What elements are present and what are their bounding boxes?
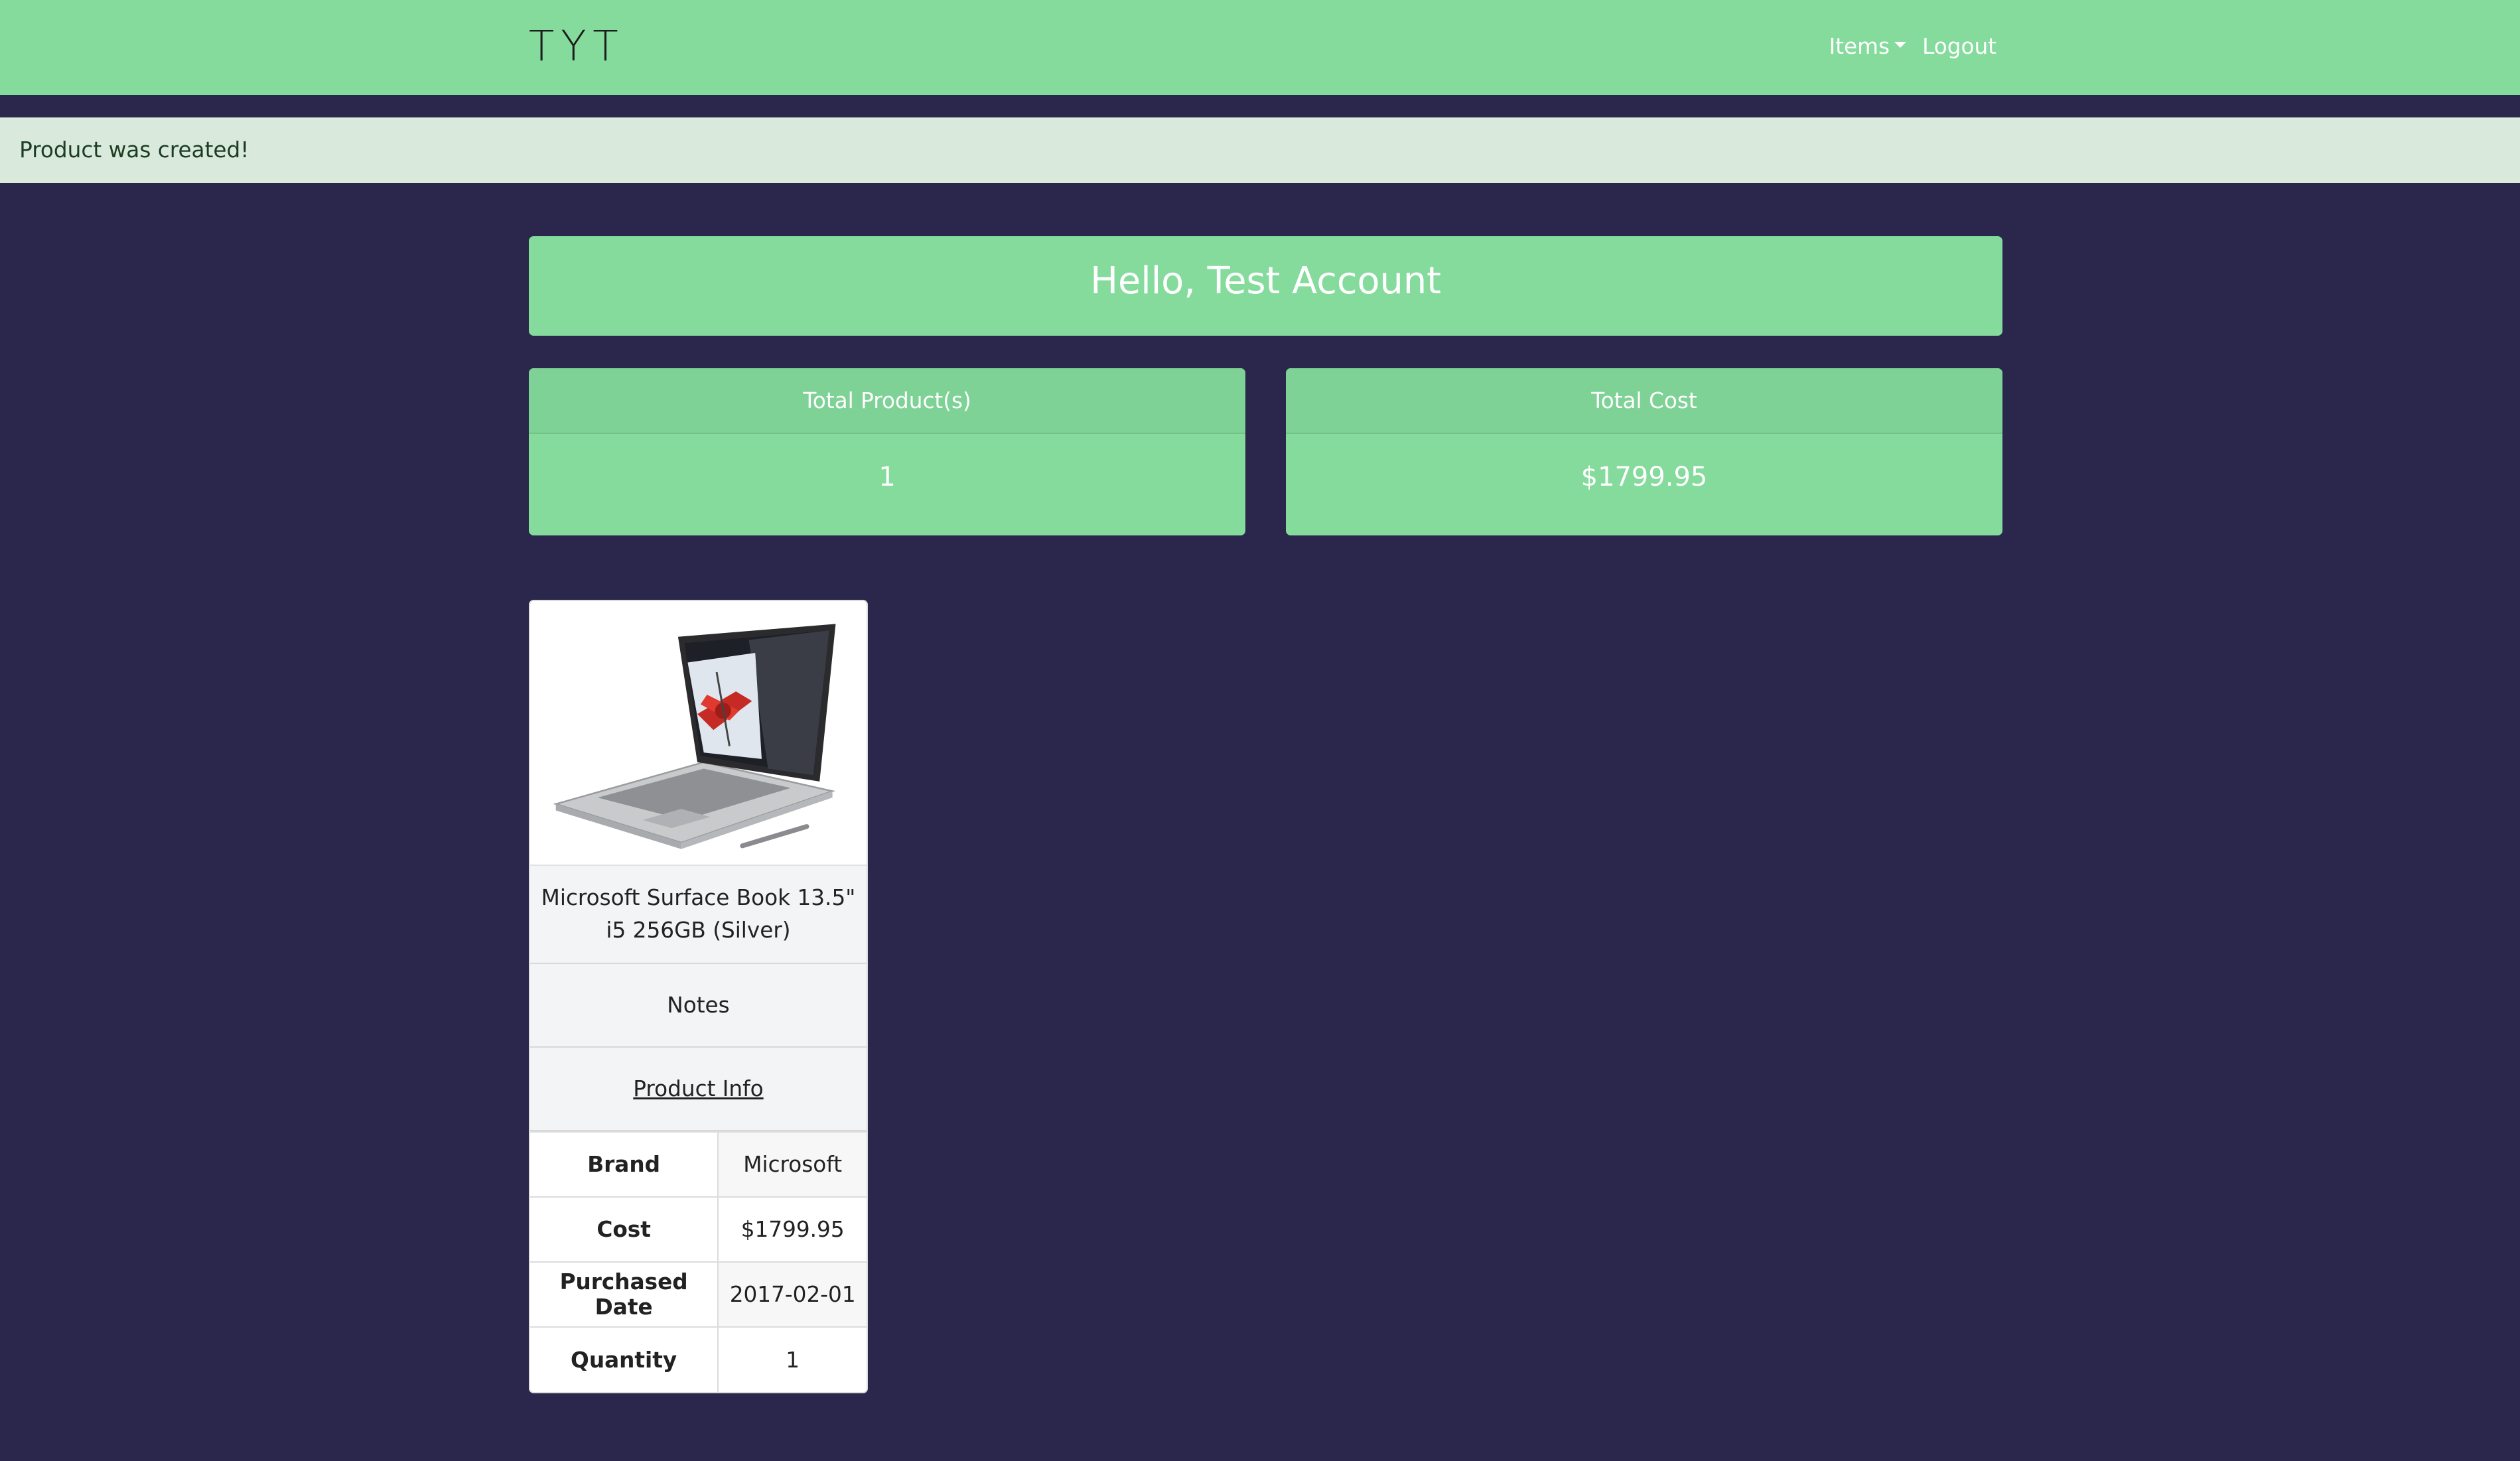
success-alert: Product was created! (0, 117, 2520, 184)
product-title: Microsoft Surface Book 13.5" i5 256GB (S… (529, 866, 867, 964)
spec-key-cost: Cost (529, 1196, 719, 1263)
items-dropdown-label: Items (1829, 34, 1890, 60)
product-info-link[interactable]: Product Info (529, 1048, 867, 1131)
spec-value-brand: Microsoft (718, 1131, 867, 1197)
items-dropdown[interactable]: Items (1829, 31, 1907, 62)
logout-link[interactable]: Logout (1922, 31, 1996, 62)
top-navbar: TYT Items Logout (0, 0, 2520, 95)
total-products-card: Total Product(s) 1 (528, 368, 1246, 535)
spec-key-quantity: Quantity (529, 1326, 719, 1393)
table-row: Quantity 1 (529, 1326, 867, 1393)
notes-label: Notes (529, 964, 867, 1048)
brand-logo[interactable]: TYT (529, 21, 624, 72)
table-row: Purchased Date 2017-02-01 (529, 1261, 867, 1328)
total-products-label: Total Product(s) (528, 368, 1246, 435)
total-products-value: 1 (878, 462, 896, 493)
total-cost-card: Total Cost $1799.95 (1285, 368, 2003, 535)
greeting-banner: Hello, Test Account (528, 236, 2003, 336)
product-info-label: Product Info (633, 1076, 764, 1101)
total-cost-label: Total Cost (1285, 368, 2003, 435)
laptop-image (553, 624, 836, 849)
spec-value-purchased-date: 2017-02-01 (718, 1261, 867, 1328)
spec-value-quantity: 1 (718, 1326, 867, 1393)
table-row: Brand Microsoft (529, 1131, 867, 1197)
table-row: Cost $1799.95 (529, 1196, 867, 1263)
spec-key-purchased-date: Purchased Date (529, 1261, 719, 1328)
product-image (529, 600, 867, 867)
product-spec-table: Brand Microsoft Cost $1799.95 Purchased … (529, 1131, 867, 1393)
spec-key-brand: Brand (529, 1131, 719, 1197)
caret-down-icon (1894, 41, 1907, 48)
total-cost-value: $1799.95 (1580, 462, 1708, 493)
product-card: Microsoft Surface Book 13.5" i5 256GB (S… (528, 599, 869, 1394)
spec-value-cost: $1799.95 (718, 1196, 867, 1263)
product-title-line2: i5 256GB (Silver) (606, 917, 791, 943)
product-title-line1: Microsoft Surface Book 13.5" (541, 885, 856, 911)
